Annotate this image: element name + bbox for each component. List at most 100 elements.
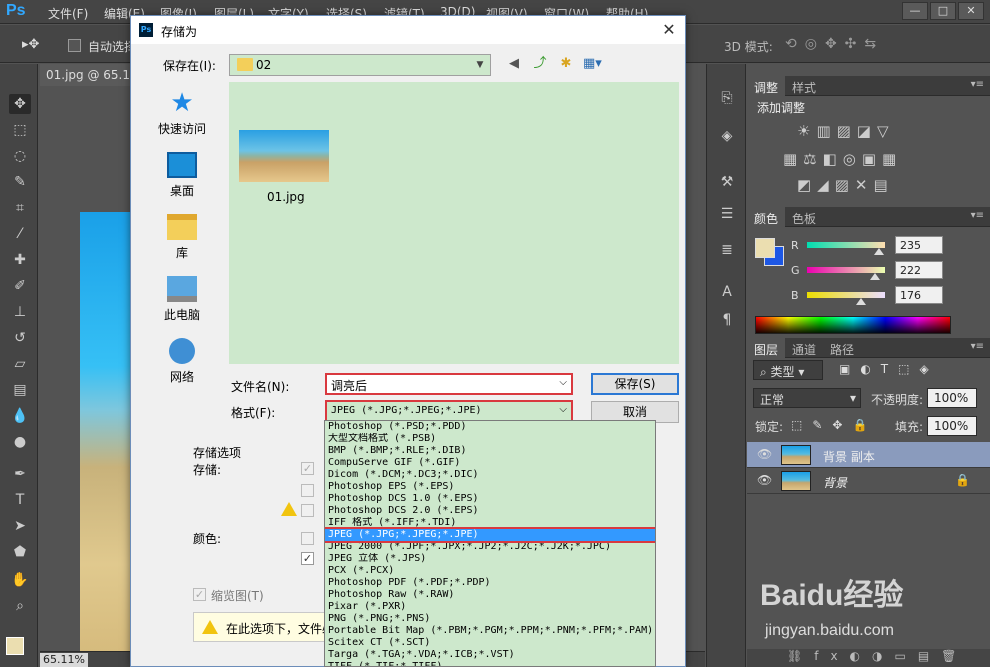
up-folder-icon[interactable]: ⤴ [531,55,549,73]
move-tool-icon[interactable]: ✥ [9,94,31,114]
dodge-tool-icon[interactable]: ● [9,432,31,452]
color-spectrum[interactable] [755,316,951,334]
layer-row[interactable]: 👁 背景 🔒 [747,468,990,494]
lock-icons[interactable]: ⬚✎✥🔒 [791,418,877,432]
format-option[interactable]: JPEG (*.JPG;*.JPEG;*.JPE) [325,527,655,543]
file-name[interactable]: 01.jpg [267,190,305,204]
format-option[interactable]: CompuServe GIF (*.GIF) [325,457,655,469]
tab-layers[interactable]: 图层 [747,338,786,358]
format-option[interactable]: Pixar (*.PXR) [325,601,655,613]
chevron-down-icon[interactable]: ▼ [472,56,488,74]
save-button[interactable]: 保存(S) [591,373,679,395]
layer-filter-icons[interactable]: ▣◐T⬚◈ [839,362,939,376]
file-thumbnail[interactable] [239,130,329,182]
back-icon[interactable]: ◀ [505,55,523,73]
format-option[interactable]: Photoshop (*.PSD;*.PDD) [325,421,655,433]
properties-icon[interactable]: ☰ [717,204,737,224]
blend-mode-select[interactable]: 正常 ▾ [753,388,861,408]
red-value[interactable]: 235 [895,236,943,254]
adjustment-icons-row1[interactable]: ☀▥▨◪▽ [797,122,895,140]
3d-icon[interactable]: ◈ [717,126,737,146]
fill-input[interactable]: 100% [927,416,977,436]
red-slider[interactable]: R 235 [787,236,987,256]
proof-setup-checkbox[interactable] [301,532,314,545]
format-option[interactable]: Photoshop Raw (*.RAW) [325,589,655,601]
layer-filter-select[interactable]: ⌕ 类型 ▾ [753,360,823,380]
eraser-tool-icon[interactable]: ▱ [9,354,31,374]
tab-swatches[interactable]: 色板 [785,207,823,227]
tool-presets-icon[interactable]: ⚒ [717,172,737,192]
thumbnail-checkbox[interactable]: ✓ [193,588,206,601]
lasso-tool-icon[interactable]: ◌ [9,146,31,166]
format-option[interactable]: Photoshop EPS (*.EPS) [325,481,655,493]
panel-menu-icon[interactable]: ▾≡ [971,341,984,352]
blur-tool-icon[interactable]: 💧 [9,406,31,426]
quick-select-tool-icon[interactable]: ✎ [9,172,31,192]
eye-icon[interactable]: 👁 [757,473,772,487]
menu-file[interactable]: 文件(F) [48,5,88,22]
filename-field[interactable]: 调亮后 ⌵ [325,373,573,395]
icc-profile-checkbox[interactable]: ✓ [301,552,314,565]
view-menu-icon[interactable]: ▦▾ [583,55,602,73]
red-thumb[interactable] [873,248,884,255]
marquee-tool-icon[interactable]: ⬚ [9,120,31,140]
format-option[interactable]: Portable Bit Map (*.PBM;*.PGM;*.PPM;*.PN… [325,625,655,637]
format-option[interactable]: IFF 格式 (*.IFF;*.TDI) [325,517,655,529]
format-option[interactable]: TIFF (*.TIF;*.TIFF) [325,661,655,666]
format-option[interactable]: 大型文档格式 (*.PSB) [325,433,655,445]
format-option[interactable]: Targa (*.TGA;*.VDA;*.ICB;*.VST) [325,649,655,661]
format-select[interactable]: JPEG (*.JPG;*.JPEG;*.JPE) ⌵ [325,400,573,422]
foreground-color-swatch[interactable] [755,238,775,258]
healing-tool-icon[interactable]: ✚ [9,250,31,270]
blue-slider[interactable]: B 176 [787,286,987,306]
adjustment-icons-row2[interactable]: ▦⚖◧◎▣▦ [783,150,902,168]
close-icon[interactable]: ✕ [659,20,679,40]
chevron-down-icon[interactable]: ⌵ [559,377,567,388]
eye-icon[interactable]: 👁 [757,447,772,461]
move-tool-icon[interactable]: ▸✥ [22,37,39,52]
blue-value[interactable]: 176 [895,286,943,304]
format-option[interactable]: Photoshop DCS 2.0 (*.EPS) [325,505,655,517]
stamp-tool-icon[interactable]: ⊥ [9,302,31,322]
format-option[interactable]: JPEG 2000 (*.JPF;*.JPX;*.JP2;*.J2C;*.J2K… [325,541,655,553]
green-thumb[interactable] [869,273,880,280]
zoom-tool-icon[interactable]: ⌕ [9,596,31,616]
layers-footer-icons[interactable]: ⛓fx◐◑▭▤🗑 [747,649,990,667]
brush-tool-icon[interactable]: ✐ [9,276,31,296]
zoom-level[interactable]: 65.11% [40,653,88,667]
format-option[interactable]: BMP (*.BMP;*.RLE;*.DIB) [325,445,655,457]
format-option[interactable]: Dicom (*.DCM;*.DC3;*.DIC) [325,469,655,481]
tab-paths[interactable]: 路径 [823,338,861,358]
hand-tool-icon[interactable]: ✋ [9,570,31,590]
type-tool-icon[interactable]: T [9,490,31,510]
tab-adjustments[interactable]: 调整 [747,76,786,96]
panel-menu-icon[interactable]: ▾≡ [971,210,984,221]
format-option[interactable]: JPEG 立体 (*.JPS) [325,553,655,565]
layers-checkbox[interactable] [301,504,314,517]
tab-styles[interactable]: 样式 [785,76,823,96]
history-brush-tool-icon[interactable]: ↺ [9,328,31,348]
as-copy-checkbox[interactable]: ✓ [301,462,314,475]
minimize-button[interactable]: — [902,2,928,20]
save-in-select[interactable]: 02 ▼ [229,54,491,76]
shape-tool-icon[interactable]: ⬟ [9,542,31,562]
tab-channels[interactable]: 通道 [785,338,823,358]
eyedropper-tool-icon[interactable]: ⁄ [9,224,31,244]
gradient-tool-icon[interactable]: ▤ [9,380,31,400]
document-tab[interactable]: 01.jpg @ 65.1% [40,64,134,86]
format-option[interactable]: Photoshop DCS 1.0 (*.EPS) [325,493,655,505]
place-libraries[interactable]: 库 [137,214,227,261]
tab-color[interactable]: 颜色 [747,207,786,227]
panel-menu-icon[interactable]: ▾≡ [971,79,984,90]
chevron-down-icon[interactable]: ⌵ [559,404,567,415]
crop-tool-icon[interactable]: ⌗ [9,198,31,218]
character-icon[interactable]: A [717,282,737,302]
layer-row[interactable]: 👁 背景 副本 [747,442,990,468]
path-select-tool-icon[interactable]: ➤ [9,516,31,536]
history-icon[interactable]: ⎘ [717,88,737,108]
format-option[interactable]: PNG (*.PNG;*.PNS) [325,613,655,625]
format-option[interactable]: Scitex CT (*.SCT) [325,637,655,649]
pen-tool-icon[interactable]: ✒ [9,464,31,484]
place-network[interactable]: 网络 [137,338,227,385]
adjustment-icons-row3[interactable]: ◩◢▨✕▤ [797,176,894,194]
